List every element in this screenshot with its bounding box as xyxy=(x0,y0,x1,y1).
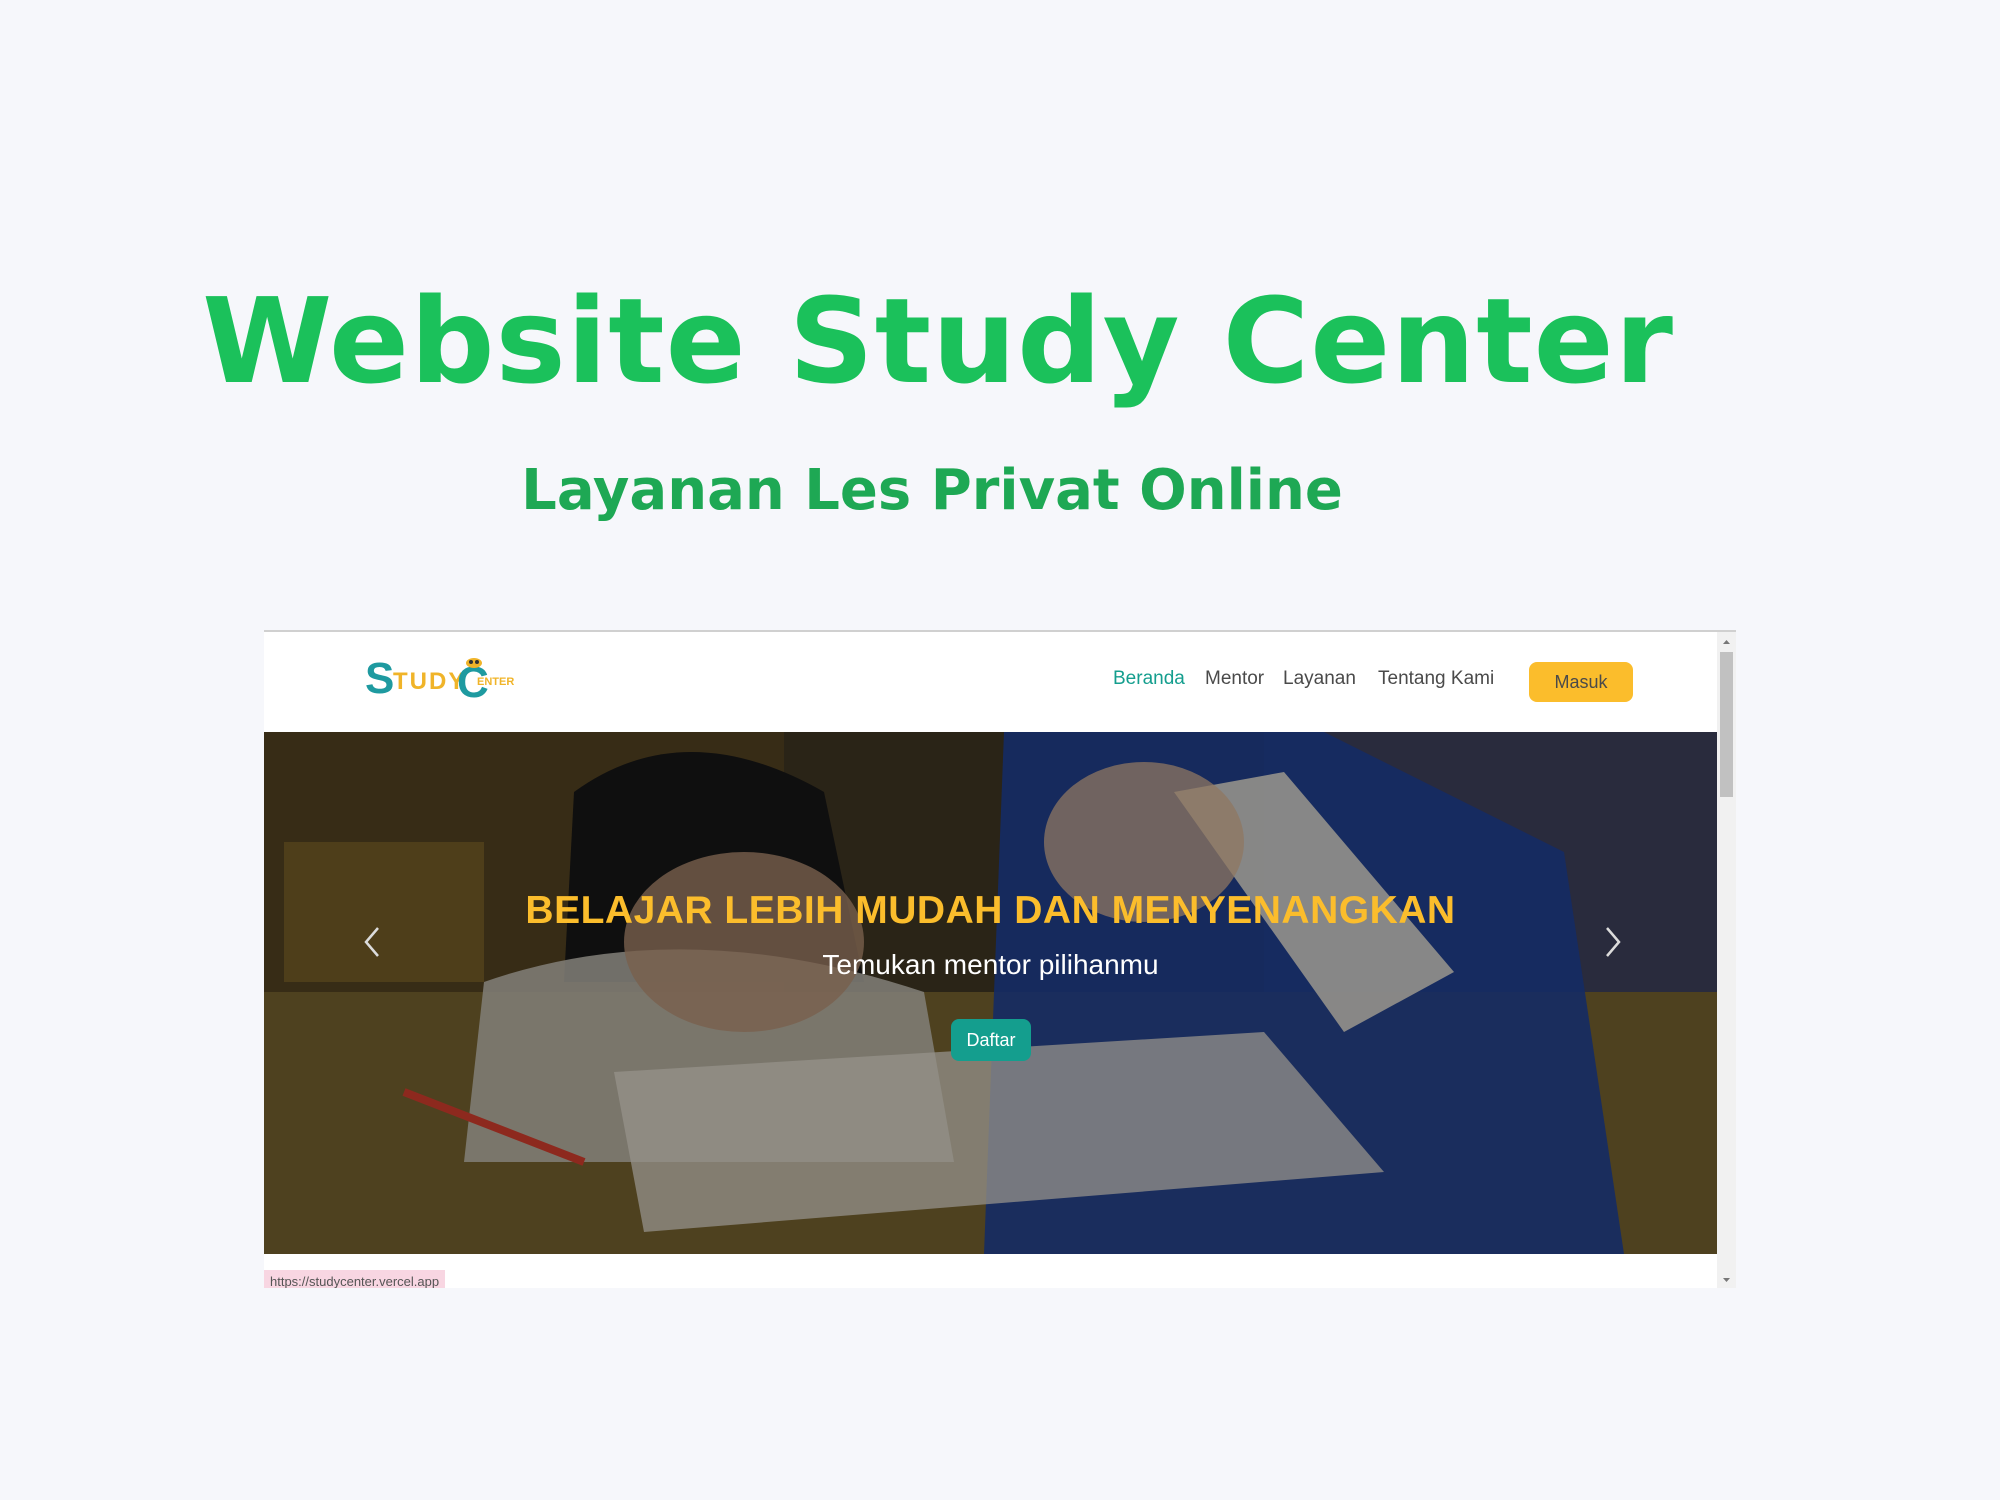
web-page: S TUDY C ENTER Beranda Mentor Layanan Te… xyxy=(264,632,1717,1288)
chevron-right-icon[interactable] xyxy=(1599,922,1627,962)
browser-window: S TUDY C ENTER Beranda Mentor Layanan Te… xyxy=(264,630,1736,1288)
chevron-left-icon[interactable] xyxy=(358,922,386,962)
promo-title: Website Study Center xyxy=(202,272,1674,410)
nav-menu: Beranda Mentor Layanan Tentang Kami xyxy=(264,668,1717,698)
promo-subtitle: Layanan Les Privat Online xyxy=(521,458,1343,523)
status-bar-url: https://studycenter.vercel.app xyxy=(264,1270,446,1288)
triangle-up-icon[interactable] xyxy=(1717,634,1736,650)
hero-carousel: BELAJAR LEBIH MUDAH DAN MENYENANGKAN Tem… xyxy=(264,732,1717,1254)
nav-item-tentang-kami[interactable]: Tentang Kami xyxy=(1378,668,1494,690)
owl-icon xyxy=(466,658,482,668)
hero-overlay xyxy=(264,732,1717,1254)
hero-title: BELAJAR LEBIH MUDAH DAN MENYENANGKAN xyxy=(525,889,1456,932)
login-button[interactable]: Masuk xyxy=(1529,662,1633,702)
register-button[interactable]: Daftar xyxy=(951,1019,1031,1061)
triangle-down-icon[interactable] xyxy=(1717,1272,1736,1288)
nav-item-layanan[interactable]: Layanan xyxy=(1283,668,1356,690)
vertical-scrollbar[interactable] xyxy=(1717,632,1736,1288)
hero-subtitle: Temukan mentor pilihanmu xyxy=(822,949,1159,980)
scrollbar-thumb[interactable] xyxy=(1720,652,1733,797)
nav-item-beranda[interactable]: Beranda xyxy=(1113,668,1185,690)
nav-item-mentor[interactable]: Mentor xyxy=(1205,668,1264,690)
site-navbar: S TUDY C ENTER Beranda Mentor Layanan Te… xyxy=(264,632,1717,732)
